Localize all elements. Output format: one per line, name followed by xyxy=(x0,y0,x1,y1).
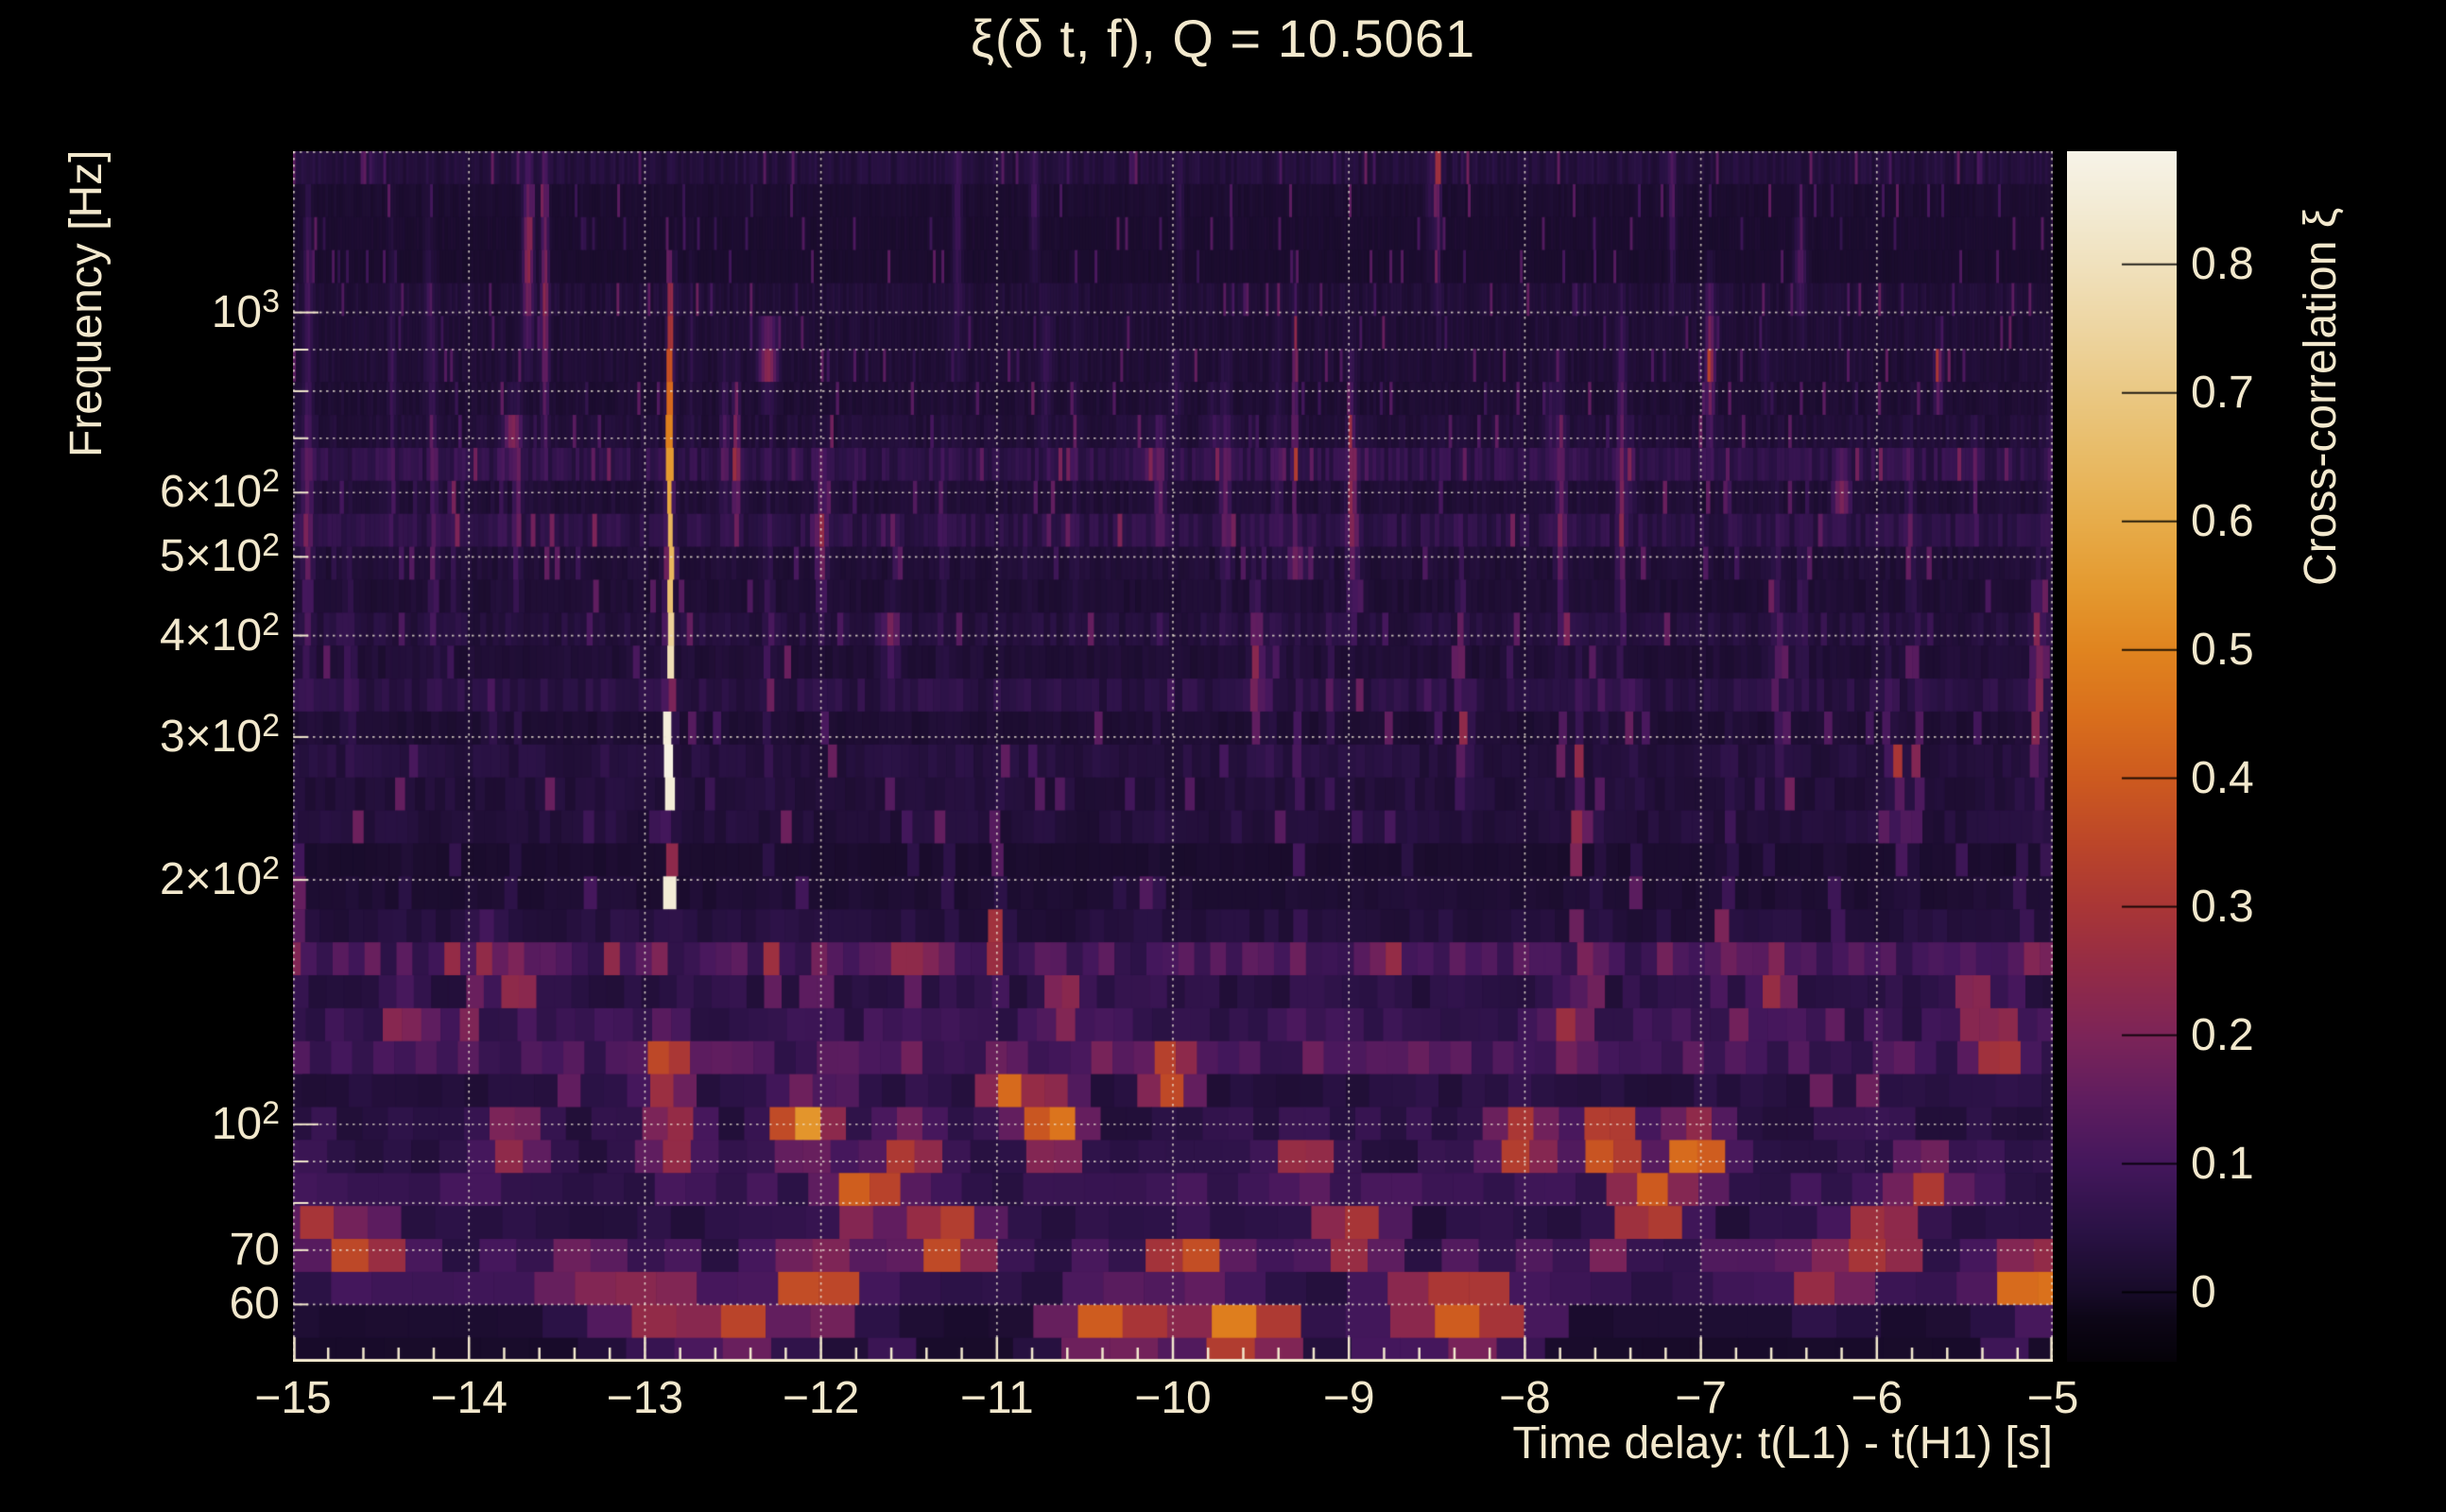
x-tick-label: −15 xyxy=(254,1373,332,1423)
colorbar-tick-label: 0.3 xyxy=(2191,881,2254,932)
colorbar-canvas xyxy=(2067,151,2177,1362)
x-tick-label: −9 xyxy=(1322,1373,1375,1423)
plot-title: ξ(δ t, f), Q = 10.5061 xyxy=(970,9,1476,68)
colorbar-tick-label: 0 xyxy=(2191,1266,2216,1317)
exponent: 2 xyxy=(262,850,280,887)
colorbar-tick-label: 0.5 xyxy=(2191,624,2254,675)
colorbar-tick-label: 0.2 xyxy=(2191,1009,2254,1060)
colorbar-tick-label: 0.1 xyxy=(2191,1138,2254,1189)
exponent: 2 xyxy=(262,527,280,564)
y-tick-label: 70 xyxy=(229,1224,280,1275)
y-tick-label: 3×102 xyxy=(159,707,280,762)
x-tick-label: −11 xyxy=(959,1373,1034,1423)
exponent: 2 xyxy=(262,606,280,643)
y-tick-label: 4×102 xyxy=(159,606,280,661)
exponent: 2 xyxy=(262,707,280,744)
y-tick-label: 60 xyxy=(229,1279,280,1330)
exponent: 3 xyxy=(262,283,280,319)
colorbar-tick-label: 0.4 xyxy=(2191,752,2254,803)
colorbar-tick-label: 0.6 xyxy=(2191,495,2254,546)
colorbar-title: Cross-correlation ξ xyxy=(2296,207,2346,586)
x-tick-label: −6 xyxy=(1851,1373,1903,1423)
exponent: 2 xyxy=(262,463,280,500)
y-tick-label: 5×102 xyxy=(159,527,280,582)
exponent: 2 xyxy=(262,1094,280,1131)
x-axis-title: Time delay: t(L1) - t(H1) [s] xyxy=(1512,1418,2053,1469)
x-tick-label: −14 xyxy=(430,1373,508,1423)
x-tick-label: −8 xyxy=(1499,1373,1551,1423)
heatmap-canvas xyxy=(293,151,2053,1362)
colorbar-tick-label: 0.8 xyxy=(2191,238,2254,289)
colorbar-tick-label: 0.7 xyxy=(2191,367,2254,418)
y-tick-label: 2×102 xyxy=(159,850,280,905)
x-tick-label: −5 xyxy=(2026,1373,2079,1423)
x-tick-label: −7 xyxy=(1675,1373,1727,1423)
x-tick-label: −10 xyxy=(1134,1373,1212,1423)
figure: ξ(δ t, f), Q = 10.5061 Frequency [Hz] −1… xyxy=(0,0,2446,1512)
x-tick-label: −12 xyxy=(782,1373,860,1423)
y-tick-label: 6×102 xyxy=(159,463,280,518)
y-tick-label: 102 xyxy=(211,1094,280,1149)
y-tick-label: 103 xyxy=(211,283,280,337)
x-tick-label: −13 xyxy=(606,1373,684,1423)
